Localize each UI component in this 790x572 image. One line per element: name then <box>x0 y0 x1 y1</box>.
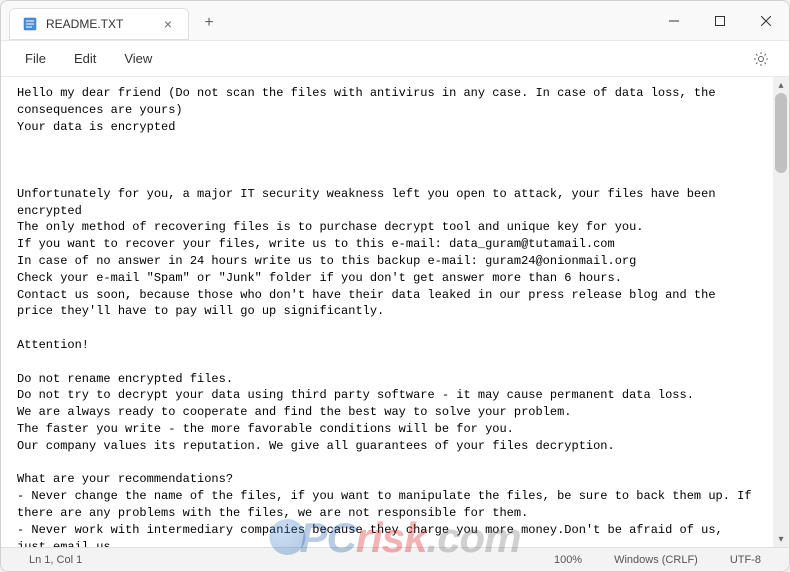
status-right: 100% Windows (CRLF) UTF-8 <box>538 554 777 566</box>
notepad-icon <box>22 16 38 32</box>
text-editor[interactable]: Hello my dear friend (Do not scan the fi… <box>1 77 773 547</box>
menu-view[interactable]: View <box>112 45 164 72</box>
scroll-up-arrow[interactable]: ▴ <box>773 77 789 93</box>
zoom-level[interactable]: 100% <box>538 554 598 566</box>
minimize-button[interactable] <box>651 1 697 40</box>
content-area: Hello my dear friend (Do not scan the fi… <box>1 77 789 547</box>
close-button[interactable] <box>743 1 789 40</box>
new-tab-button[interactable]: + <box>193 7 225 39</box>
file-tab[interactable]: README.TXT × <box>9 8 189 40</box>
scroll-down-arrow[interactable]: ▾ <box>773 531 789 547</box>
notepad-window: README.TXT × + File Edit View <box>0 0 790 572</box>
window-controls <box>651 1 789 40</box>
menu-file[interactable]: File <box>13 45 58 72</box>
menubar: File Edit View <box>1 41 789 77</box>
vertical-scrollbar[interactable]: ▴ ▾ <box>773 77 789 547</box>
tab-close-button[interactable]: × <box>160 16 176 32</box>
scrollbar-thumb[interactable] <box>775 93 787 173</box>
line-ending[interactable]: Windows (CRLF) <box>598 554 714 566</box>
maximize-button[interactable] <box>697 1 743 40</box>
settings-button[interactable] <box>745 43 777 75</box>
encoding[interactable]: UTF-8 <box>714 554 777 566</box>
menu-edit[interactable]: Edit <box>62 45 108 72</box>
cursor-position[interactable]: Ln 1, Col 1 <box>13 554 98 566</box>
statusbar: Ln 1, Col 1 100% Windows (CRLF) UTF-8 <box>1 547 789 571</box>
tab-title: README.TXT <box>46 17 152 31</box>
titlebar: README.TXT × + <box>1 1 789 41</box>
